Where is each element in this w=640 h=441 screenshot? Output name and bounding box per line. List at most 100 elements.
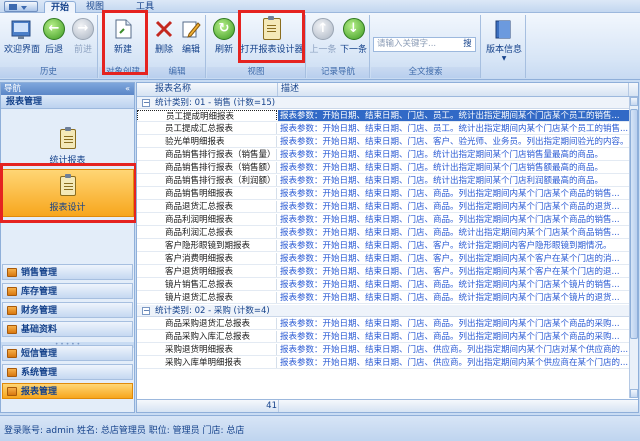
table-row[interactable]: 验光单明细报表 报表参数：开始日期、结束日期、门店、客户、验光师、业务员。列出指定…: [137, 136, 629, 148]
table-row[interactable]: 客户退货明细报表 报表参数：开始日期、结束日期、门店、客户。列出指定期间内某个客户…: [137, 266, 629, 278]
cell-report-name: 商品采购入库汇总报表: [137, 331, 277, 342]
folder-icon: [7, 368, 17, 377]
cell-description: 报表参数：开始日期、结束日期、门店。统计出指定期间某个门店利润额最高的商品。: [280, 176, 604, 186]
nav-section-title: 报表管理: [1, 95, 134, 109]
folder-icon: [7, 287, 17, 296]
table-row[interactable]: 员工提成汇总报表 报表参数：开始日期、结束日期、门店、员工。统计出指定期间内某个门…: [137, 123, 629, 135]
application-menu-button[interactable]: [4, 1, 38, 12]
cell-report-name: 商品销售排行报表（利润额）: [137, 175, 277, 186]
arrow-right-icon: →: [72, 18, 94, 40]
forward-button[interactable]: → 前进: [70, 18, 96, 55]
edit-label: 编辑: [181, 45, 200, 55]
pin-icon[interactable]: «: [125, 83, 130, 95]
table-row[interactable]: 商品利润明细报表 报表参数：开始日期、结束日期、门店、商品。列出指定期间内某个门店…: [137, 214, 629, 226]
table-row[interactable]: 采购退货明细报表 报表参数：开始日期、结束日期、门店、供应商。列出指定期间内某个门…: [137, 344, 629, 356]
edit-button[interactable]: 编辑: [178, 18, 204, 55]
nav-item-sales[interactable]: 销售管理: [2, 264, 133, 280]
cell-report-name: 镜片销售汇总报表: [137, 279, 277, 290]
group-label-view: 视图: [207, 67, 305, 78]
nav-header-title: 导航: [4, 84, 22, 94]
refresh-label: 刷新: [214, 45, 233, 55]
ribbon: 欢迎界面 ← 后退 → 前进 历史 新建 对象创建 删除 编辑 编辑 ↻ 刷新 …: [0, 10, 640, 80]
column-header-description[interactable]: 描述: [278, 83, 629, 96]
group-row-sales[interactable]: − 统计类别: 01 - 销售 (计数=15): [137, 97, 629, 109]
nav-item-label: 短信管理: [21, 349, 58, 359]
nav-item-inventory[interactable]: 库存管理: [2, 283, 133, 299]
scroll-down-arrow[interactable]: [630, 389, 638, 398]
cell-description: 报表参数：开始日期、结束日期、门店。统计出指定期间某个门店销售量最高的商品。: [280, 150, 604, 160]
welcome-button[interactable]: 欢迎界面: [4, 18, 41, 55]
chevron-down-icon: [21, 6, 27, 10]
search-button[interactable]: 搜: [460, 38, 475, 51]
clipboard-icon: [59, 127, 76, 149]
table-row[interactable]: 镜片退货汇总报表 报表参数：开始日期、结束日期、门店、商品。统计指定期间内某个门店…: [137, 292, 629, 304]
refresh-icon: ↻: [213, 18, 235, 40]
group-label-record-nav: 记录导航: [307, 67, 369, 78]
highlight-report-design: [0, 163, 137, 223]
table-row[interactable]: 商品利润汇总报表 报表参数：开始日期、结束日期、门店、商品。统计出指定期间内某个门…: [137, 227, 629, 239]
nav-item-sms[interactable]: 短信管理: [2, 345, 133, 361]
back-button[interactable]: ← 后退: [40, 18, 68, 55]
cell-description: 报表参数：开始日期、结束日期、门店、员工。统计出指定期间内某个门店某个员工的销售…: [280, 124, 629, 134]
ribbon-group-about: 版本信息 ▼: [482, 15, 526, 78]
collapse-icon[interactable]: −: [142, 99, 150, 107]
cell-report-name: 采购入库单明细报表: [137, 357, 277, 368]
edit-icon: [182, 21, 201, 38]
collapse-icon[interactable]: −: [142, 307, 150, 315]
scroll-up-arrow[interactable]: [630, 97, 638, 106]
folder-icon: [7, 349, 17, 358]
arrow-down-icon: ↓: [342, 18, 365, 40]
cell-description: 报表参数：开始日期、结束日期、门店、商品。统计出指定期间内某个门店某个商品销售.…: [280, 228, 620, 238]
delete-button[interactable]: 删除: [151, 18, 177, 55]
table-row[interactable]: 商品采购入库汇总报表 报表参数：开始日期、结束日期、门店、商品。列出指定期间内某个…: [137, 331, 629, 343]
cell-report-name: 商品销售排行报表（销售量）: [137, 149, 277, 160]
nav-item-system[interactable]: 系统管理: [2, 364, 133, 380]
cell-report-name: 商品退货汇总报表: [137, 201, 277, 212]
cell-description: 报表参数：开始日期、结束日期、门店、员工。统计出指定期间某个门店某个员工的销售.…: [278, 110, 629, 121]
table-row[interactable]: 客户消费明细报表 报表参数：开始日期、结束日期、门店、客户。列出指定期间内某个客户…: [137, 253, 629, 265]
nav-item-reports[interactable]: 报表管理: [2, 383, 133, 399]
nav-item-label: 库存管理: [21, 287, 58, 297]
scroll-thumb[interactable]: [630, 109, 638, 339]
table-row[interactable]: 客户隐形眼镜到期报表 报表参数：开始日期、结束日期、门店、客户。统计指定期间内客户…: [137, 240, 629, 252]
welcome-label: 欢迎界面: [4, 45, 41, 55]
group-title: 统计类别: 01 - 销售 (计数=15): [155, 98, 276, 108]
folder-icon: [7, 268, 17, 277]
forward-label: 前进: [73, 45, 92, 55]
nav-item-finance[interactable]: 财务管理: [2, 302, 133, 318]
next-record-button[interactable]: ↓ 下一条: [339, 18, 368, 55]
group-label-history: 历史: [0, 67, 97, 78]
highlight-report-designer-button: [238, 10, 305, 63]
nav-item-basic-data[interactable]: 基础资料: [2, 321, 133, 337]
version-info-label: 版本信息: [485, 45, 522, 55]
cell-description: 报表参数：开始日期、结束日期、门店、商品。统计指定期间内某个门店某个镜片的退货.…: [280, 293, 620, 303]
folder-icon: [7, 306, 17, 315]
cell-description: 报表参数：开始日期、结束日期、门店、客户。统计指定期间内客户隐形眼镜到期情况。: [280, 241, 612, 251]
cell-description: 报表参数：开始日期、结束日期、门店、商品。统计指定期间内某个门店某个镜片的销售.…: [280, 280, 620, 290]
group-label-edit: 编辑: [149, 67, 205, 78]
table-row[interactable]: 商品销售排行报表（销售量） 报表参数：开始日期、结束日期、门店。统计出指定期间某个…: [137, 149, 629, 161]
tab-home[interactable]: 开始: [44, 1, 76, 13]
ribbon-group-edit: 删除 编辑 编辑: [149, 15, 206, 78]
previous-record-button[interactable]: ↑ 上一条: [309, 18, 337, 55]
refresh-button[interactable]: ↻ 刷新: [209, 18, 239, 55]
status-bar: 登录账号: admin 姓名: 总店管理员 职位: 管理员 门店: 总店: [0, 415, 640, 441]
table-row[interactable]: 镜片销售汇总报表 报表参数：开始日期、结束日期、门店、商品。统计指定期间内某个门店…: [137, 279, 629, 291]
group-row-purchase[interactable]: − 统计类别: 02 - 采购 (计数=4): [137, 305, 629, 317]
footer-divider: [278, 400, 279, 412]
back-label: 后退: [44, 45, 63, 55]
navigation-pane: 导航 « 报表管理 统计报表 报表设计 • • • • • 销售管理 库存管理 …: [0, 82, 137, 413]
table-row[interactable]: 商品销售明细报表 报表参数：开始日期、结束日期、门店、商品。列出指定期间内某个门店…: [137, 188, 629, 200]
table-row[interactable]: 员工提成明细报表 报表参数：开始日期、结束日期、门店、员工。统计出指定期间某个门店…: [137, 110, 629, 122]
cell-report-name: 商品利润汇总报表: [137, 227, 277, 238]
table-row[interactable]: 采购入库单明细报表 报表参数：开始日期、结束日期、门店、供应商。列出指定期间内某个…: [137, 357, 629, 369]
table-row[interactable]: 商品采购退货汇总报表 报表参数：开始日期、结束日期、门店、商品。列出指定期间内某个…: [137, 318, 629, 330]
table-row[interactable]: 商品退货汇总报表 报表参数：开始日期、结束日期、门店、商品。列出指定期间内某个门店…: [137, 201, 629, 213]
column-header-report-name[interactable]: 报表名称: [137, 83, 278, 96]
table-row[interactable]: 商品销售排行报表（销售额） 报表参数：开始日期、结束日期、门店。统计出指定期间某个…: [137, 162, 629, 174]
vertical-scrollbar[interactable]: [629, 97, 638, 398]
cell-report-name: 验光单明细报表: [137, 136, 277, 147]
table-row[interactable]: 商品销售排行报表（利润额） 报表参数：开始日期、结束日期、门店。统计出指定期间某个…: [137, 175, 629, 187]
cell-report-name: 商品利润明细报表: [137, 214, 277, 225]
version-info-button[interactable]: 版本信息 ▼: [484, 18, 524, 62]
